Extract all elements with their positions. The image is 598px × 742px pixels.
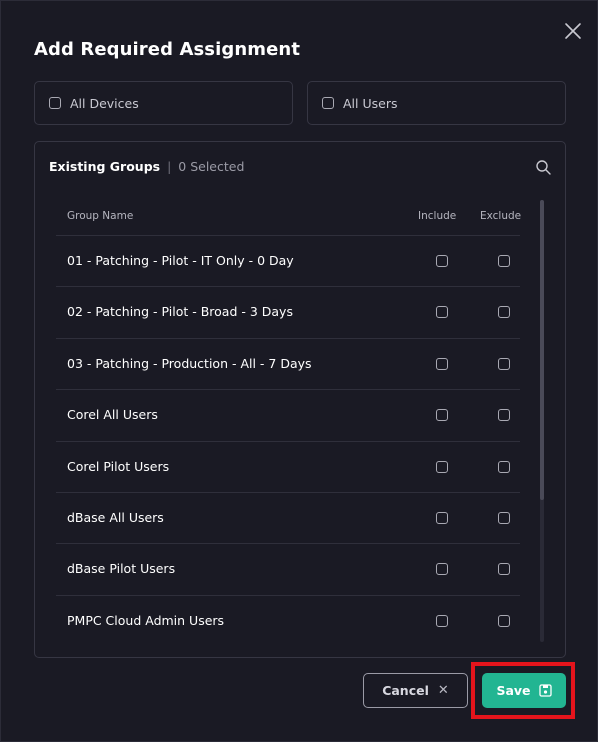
dialog-title: Add Required Assignment bbox=[34, 39, 301, 60]
include-checkbox[interactable] bbox=[436, 306, 448, 319]
exclude-checkbox[interactable] bbox=[498, 255, 510, 267]
include-checkbox[interactable] bbox=[436, 409, 448, 422]
save-button[interactable]: Save bbox=[482, 673, 566, 708]
all-devices-label: All Devices bbox=[70, 95, 139, 111]
table-row: dBase Pilot Users bbox=[56, 543, 520, 594]
groups-title: Existing Groups bbox=[49, 159, 161, 174]
exclude-checkbox[interactable] bbox=[498, 409, 510, 422]
exclude-checkbox[interactable] bbox=[498, 306, 510, 319]
include-checkbox[interactable] bbox=[436, 460, 448, 473]
groups-table: 01 - Patching - Pilot - IT Only - 0 Day 0… bbox=[56, 235, 520, 646]
group-name: dBase Pilot Users bbox=[67, 561, 176, 577]
group-name: 01 - Patching - Pilot - IT Only - 0 Day bbox=[67, 253, 294, 268]
table-row: Corel Pilot Users bbox=[56, 440, 520, 492]
all-users-checkbox[interactable] bbox=[322, 97, 334, 109]
exclude-checkbox[interactable] bbox=[498, 614, 510, 627]
column-header-exclude: Exclude bbox=[480, 210, 522, 222]
table-row: 01 - Patching - Pilot - IT Only - 0 Day bbox=[56, 235, 520, 286]
group-name: 03 - Patching - Production - All - 7 Day… bbox=[67, 355, 312, 371]
table-row: Corel All Users bbox=[56, 389, 520, 440]
exclude-checkbox[interactable] bbox=[498, 357, 510, 370]
close-icon: ✕ bbox=[437, 683, 449, 698]
all-users-label: All Users bbox=[343, 95, 398, 111]
include-checkbox[interactable] bbox=[436, 511, 448, 524]
existing-groups-panel: Existing Groups | 0 Selected Group Name … bbox=[34, 141, 566, 658]
scrollbar-thumb[interactable] bbox=[540, 200, 544, 500]
include-checkbox[interactable] bbox=[436, 614, 448, 627]
add-required-assignment-dialog: Add Required Assignment All Devices All … bbox=[0, 0, 598, 742]
exclude-checkbox[interactable] bbox=[498, 563, 510, 576]
table-row: 03 - Patching - Production - All - 7 Day… bbox=[56, 337, 520, 389]
group-name: PMPC Cloud Admin Users bbox=[67, 612, 225, 628]
group-name: 02 - Patching - Pilot - Broad - 3 Days bbox=[67, 304, 293, 320]
table-row: dBase All Users bbox=[56, 491, 520, 543]
all-devices-checkbox[interactable] bbox=[49, 97, 61, 109]
include-checkbox[interactable] bbox=[436, 563, 448, 576]
include-checkbox[interactable] bbox=[436, 357, 448, 370]
all-users-option[interactable]: All Users bbox=[307, 81, 566, 125]
exclude-checkbox[interactable] bbox=[498, 460, 510, 473]
groups-separator: | bbox=[167, 159, 172, 174]
column-header-group-name: Group Name bbox=[67, 210, 134, 222]
exclude-checkbox[interactable] bbox=[498, 511, 510, 524]
close-icon[interactable] bbox=[563, 21, 583, 41]
group-name: Corel Pilot Users bbox=[67, 458, 170, 474]
cancel-button[interactable]: Cancel ✕ bbox=[363, 673, 468, 708]
save-icon bbox=[538, 684, 552, 697]
table-row: PMPC Cloud Admin Users bbox=[56, 594, 520, 646]
table-row: 02 - Patching - Pilot - Broad - 3 Days bbox=[56, 286, 520, 337]
search-icon[interactable] bbox=[535, 159, 552, 176]
cancel-label: Cancel bbox=[382, 683, 429, 698]
column-header-include: Include bbox=[418, 210, 457, 222]
groups-header: Existing Groups | 0 Selected bbox=[49, 159, 244, 174]
scrollbar[interactable] bbox=[540, 200, 544, 642]
include-checkbox[interactable] bbox=[436, 255, 448, 267]
save-label: Save bbox=[496, 683, 531, 698]
all-devices-option[interactable]: All Devices bbox=[34, 81, 293, 125]
selected-count: 0 Selected bbox=[178, 159, 245, 174]
group-name: dBase All Users bbox=[67, 509, 164, 525]
group-name: Corel All Users bbox=[67, 407, 158, 423]
